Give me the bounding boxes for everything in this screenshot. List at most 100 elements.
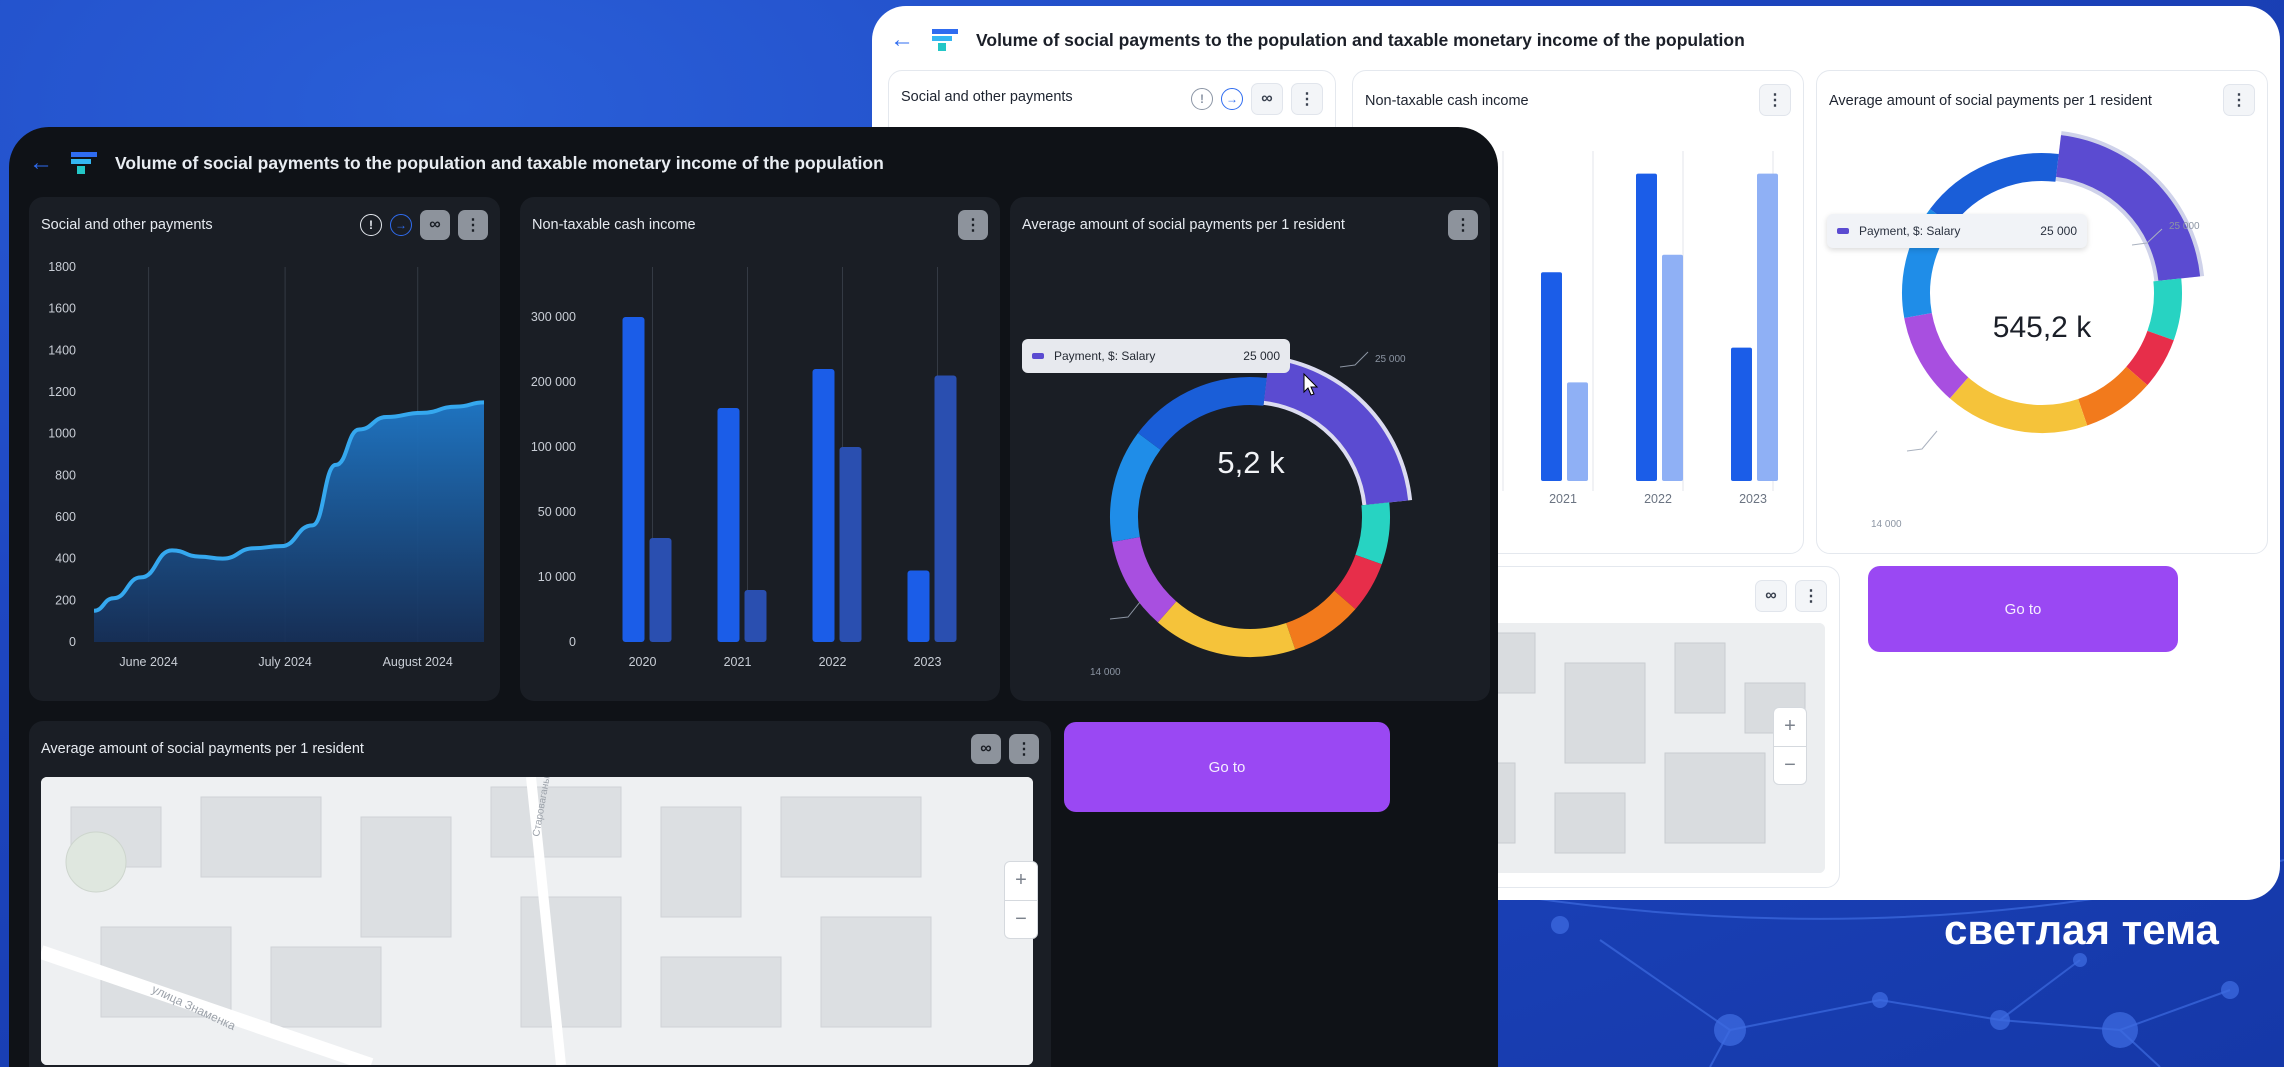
avg-social-payments-donut-card: Average amount of social payments per 1 … (1816, 70, 2268, 554)
bar (907, 570, 930, 642)
link-button[interactable]: ∞ (420, 210, 450, 240)
donut-segment[interactable] (1263, 359, 1409, 506)
more-vertical-icon: ⋮ (1767, 92, 1783, 109)
y-tick-label: 50 000 (538, 505, 576, 519)
y-tick-label: 600 (55, 510, 76, 524)
callout-bottom-value: 14 000 (1090, 667, 1121, 678)
card-title: Average amount of social payments per 1 … (41, 741, 364, 757)
bar (1636, 173, 1657, 481)
tooltip-label: Payment, $: Salary (1054, 349, 1156, 363)
more-menu-button[interactable]: ⋮ (1448, 210, 1478, 240)
more-menu-button[interactable]: ⋮ (1759, 84, 1791, 116)
link-icon: ∞ (1261, 90, 1273, 107)
x-tick-label: 2022 (1644, 492, 1672, 506)
y-tick-label: 1800 (48, 260, 76, 274)
zoom-out-button[interactable]: − (1774, 747, 1806, 785)
callout-line (1906, 430, 1938, 452)
link-icon: ∞ (429, 216, 441, 233)
bar (1757, 173, 1778, 481)
card-title: Average amount of social payments per 1 … (1022, 217, 1345, 233)
back-arrow-icon[interactable]: ← (29, 149, 53, 177)
card-title: Average amount of social payments per 1 … (1829, 93, 2152, 109)
x-tick-label: 2020 (629, 655, 657, 669)
card-title: Social and other payments (901, 89, 1073, 105)
more-menu-button[interactable]: ⋮ (2223, 84, 2255, 116)
x-tick-label: 2021 (724, 655, 752, 669)
y-tick-label: 100 000 (531, 440, 576, 454)
map-zoom-control: + − (1004, 861, 1038, 939)
x-tick-label: August 2024 (383, 655, 453, 669)
chart-tooltip: Payment, $: Salary 25 000 (1827, 214, 2087, 248)
arrow-right-circle-icon[interactable]: → (1221, 88, 1243, 110)
donut-center-value: 545,2 k (1992, 311, 2092, 344)
theme-label: светлая тема (1944, 906, 2219, 953)
dark-theme-window: ← Volume of social payments to the popul… (9, 127, 1498, 1067)
map-view[interactable]: улица Знаменка Староваганьковский (41, 777, 1033, 1065)
x-tick-label: 2021 (1549, 492, 1577, 506)
donut-segment[interactable] (1949, 377, 2088, 433)
map-tiles: улица Знаменка Староваганьковский (41, 777, 1033, 1065)
donut-segment[interactable] (1355, 502, 1390, 565)
y-tick-label: 1400 (48, 343, 76, 357)
donut-segment[interactable] (1930, 153, 2059, 227)
more-menu-button[interactable]: ⋮ (458, 210, 488, 240)
bar (622, 317, 645, 642)
link-icon: ∞ (1765, 587, 1777, 604)
arrow-right-circle-icon[interactable]: → (390, 214, 412, 236)
callout-line (1339, 351, 1369, 368)
card-title: Non-taxable cash income (1365, 93, 1529, 109)
go-to-button[interactable]: Go to (1868, 566, 2178, 652)
link-button[interactable]: ∞ (1755, 580, 1787, 612)
y-tick-label: 300 000 (531, 310, 576, 324)
callout-top-value: 25 000 (2169, 221, 2200, 232)
link-button[interactable]: ∞ (1251, 83, 1283, 115)
header: ← Volume of social payments to the popul… (890, 26, 1745, 54)
go-to-button[interactable]: Go to (1064, 722, 1390, 812)
zoom-in-button[interactable]: + (1774, 708, 1806, 747)
donut-segment[interactable] (1157, 601, 1296, 657)
x-tick-label: July 2024 (258, 655, 312, 669)
donut-segment[interactable] (2077, 366, 2148, 426)
more-vertical-icon: ⋮ (1455, 217, 1471, 234)
more-menu-button[interactable]: ⋮ (1795, 580, 1827, 612)
x-tick-label: June 2024 (119, 655, 177, 669)
link-button[interactable]: ∞ (971, 734, 1001, 764)
info-icon[interactable]: ! (360, 214, 382, 236)
tooltip-value: 25 000 (2040, 224, 2077, 238)
bar (812, 369, 835, 642)
y-tick-label: 400 (55, 552, 76, 566)
more-menu-button[interactable]: ⋮ (1009, 734, 1039, 764)
card-title: Non-taxable cash income (532, 217, 696, 233)
y-tick-label: 1200 (48, 385, 76, 399)
bar (717, 408, 740, 642)
zoom-out-button[interactable]: − (1005, 901, 1037, 939)
tooltip-label: Payment, $: Salary (1859, 224, 1961, 238)
bar (1731, 347, 1752, 481)
app-logo-icon (932, 29, 958, 51)
map-zoom-control: + − (1773, 707, 1807, 785)
more-menu-button[interactable]: ⋮ (958, 210, 988, 240)
bar (649, 538, 672, 642)
back-arrow-icon[interactable]: ← (890, 26, 914, 54)
y-tick-label: 200 000 (531, 375, 576, 389)
donut-segment[interactable] (1334, 554, 1382, 610)
callout-top-value: 25 000 (1375, 354, 1406, 365)
y-tick-label: 1000 (48, 427, 76, 441)
non-taxable-income-bar-chart: 300 000 200 000 100 000 50 000 10 000 0 2020 20… (531, 267, 957, 669)
info-icon[interactable]: ! (1191, 88, 1213, 110)
more-menu-button[interactable]: ⋮ (1291, 83, 1323, 115)
donut-segment[interactable] (1285, 590, 1356, 650)
more-vertical-icon: ⋮ (1803, 588, 1819, 605)
avg-social-payments-donut-card: Average amount of social payments per 1 … (1010, 197, 1490, 701)
bar (744, 590, 767, 642)
non-taxable-income-card: Non-taxable cash income ⋮ 300 000 200 000… (520, 197, 1000, 701)
donut-segment[interactable] (1112, 536, 1177, 623)
donut-segment[interactable] (1138, 377, 1267, 451)
link-icon: ∞ (980, 740, 992, 757)
callout-line (1109, 601, 1141, 620)
tooltip-value: 25 000 (1243, 349, 1280, 363)
social-payments-card: Social and other payments ! → ∞ ⋮ 1800 16… (29, 197, 500, 701)
bar (1662, 254, 1683, 481)
header: ← Volume of social payments to the popul… (29, 149, 884, 177)
zoom-in-button[interactable]: + (1005, 862, 1037, 901)
